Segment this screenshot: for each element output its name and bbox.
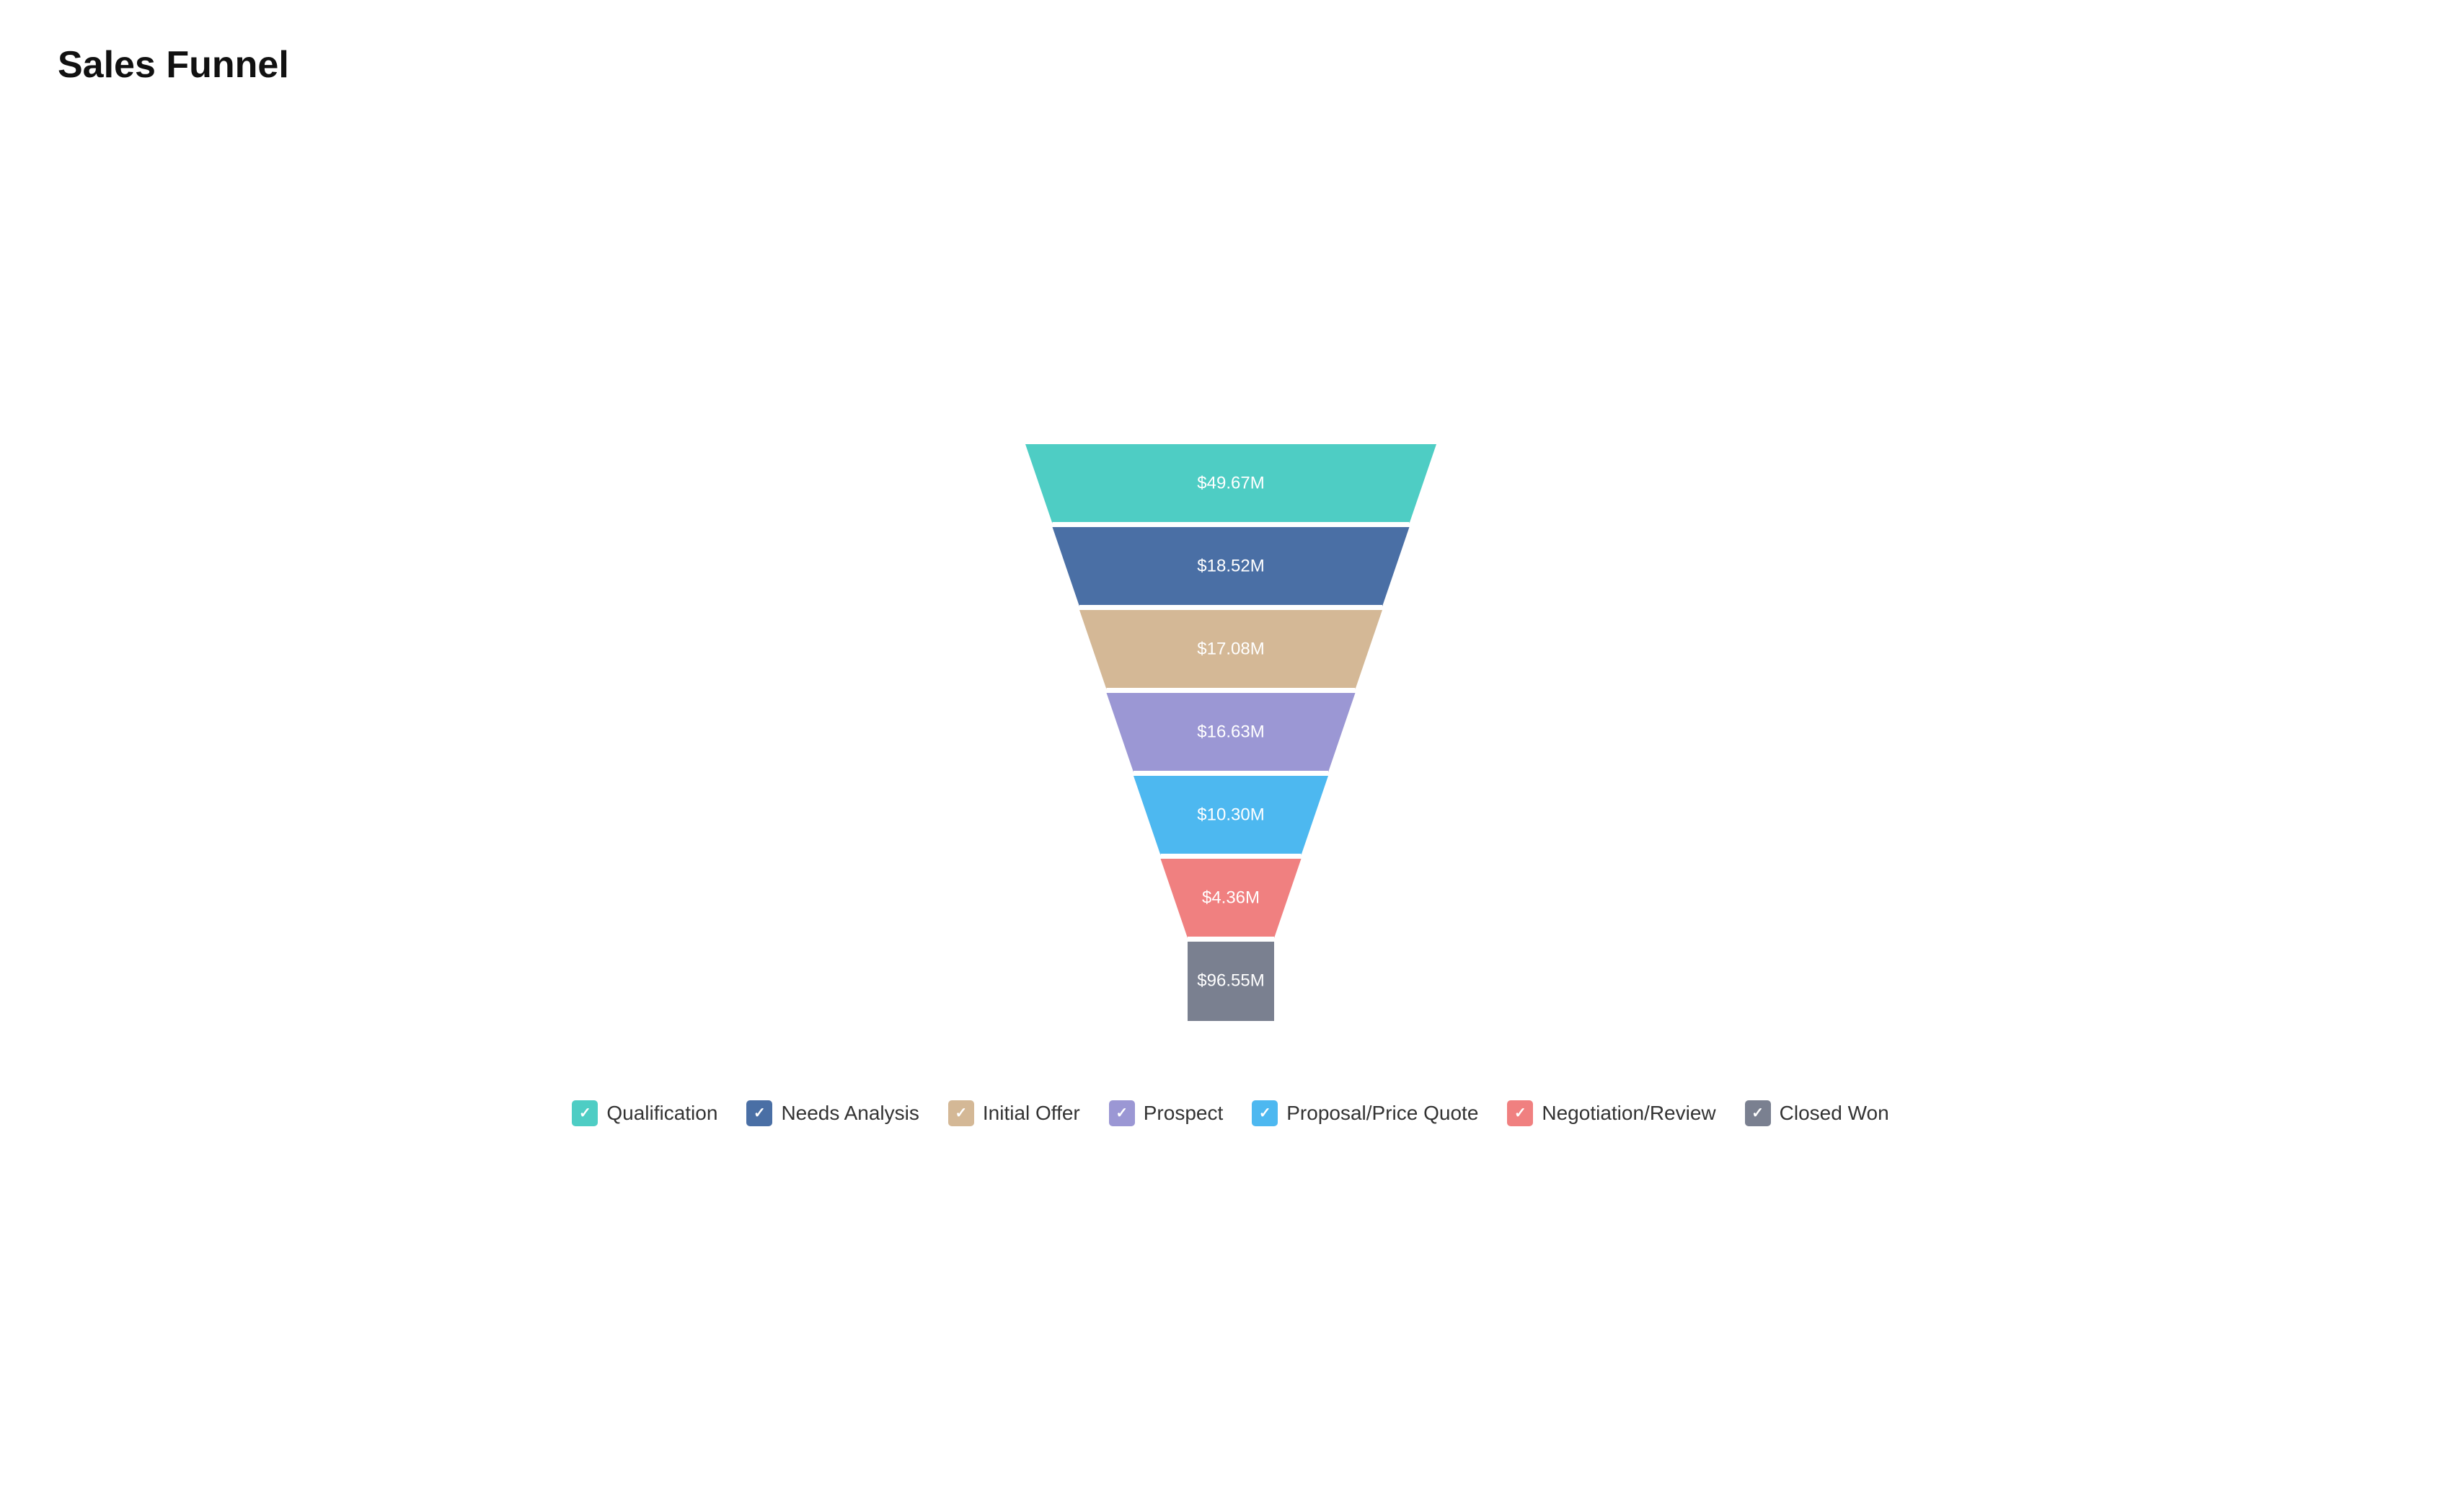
legend: ✓ Qualification ✓ Needs Analysis ✓ Initial Of… [572,1100,1888,1126]
legend-label-closed-won: Closed Won [1780,1102,1889,1125]
legend-check-needs-analysis: ✓ [746,1100,772,1126]
legend-check-prospect: ✓ [1109,1100,1135,1126]
legend-item-proposal-price-quote: ✓ Proposal/Price Quote [1252,1100,1478,1126]
legend-label-negotiation-review: Negotiation/Review [1542,1102,1715,1125]
legend-label-qualification: Qualification [606,1102,717,1125]
legend-check-initial-offer: ✓ [948,1100,974,1126]
legend-check-closed-won: ✓ [1745,1100,1771,1126]
funnel-label-needs-analysis: $18.52M [1197,556,1264,575]
legend-item-prospect: ✓ Prospect [1109,1100,1224,1126]
funnel-label-negotiation-review: $4.36M [1201,888,1259,907]
chart-container: $49.67M $18.52M $17.08M $16.63M $10.30M $4.36… [58,101,2403,1469]
legend-item-initial-offer: ✓ Initial Offer [948,1100,1080,1126]
legend-check-negotiation-review: ✓ [1507,1100,1533,1126]
legend-label-needs-analysis: Needs Analysis [781,1102,919,1125]
funnel-svg-container: $49.67M $18.52M $17.08M $16.63M $10.30M $4.36… [58,444,2403,1057]
funnel-label-prospect: $16.63M [1197,722,1264,741]
legend-item-qualification: ✓ Qualification [572,1100,717,1126]
legend-item-closed-won: ✓ Closed Won [1745,1100,1889,1126]
funnel-label-qualification: $49.67M [1197,473,1264,492]
funnel-label-closed-won: $96.55M [1197,971,1264,990]
funnel-label-initial-offer: $17.08M [1197,639,1264,658]
legend-check-qualification: ✓ [572,1100,598,1126]
legend-item-needs-analysis: ✓ Needs Analysis [746,1100,919,1126]
legend-item-negotiation-review: ✓ Negotiation/Review [1507,1100,1715,1126]
page-title: Sales Funnel [58,43,289,87]
legend-label-proposal-price-quote: Proposal/Price Quote [1286,1102,1478,1125]
legend-label-prospect: Prospect [1144,1102,1224,1125]
funnel-label-proposal-price-quote: $10.30M [1197,805,1264,824]
legend-check-proposal-price-quote: ✓ [1252,1100,1278,1126]
legend-label-initial-offer: Initial Offer [983,1102,1080,1125]
